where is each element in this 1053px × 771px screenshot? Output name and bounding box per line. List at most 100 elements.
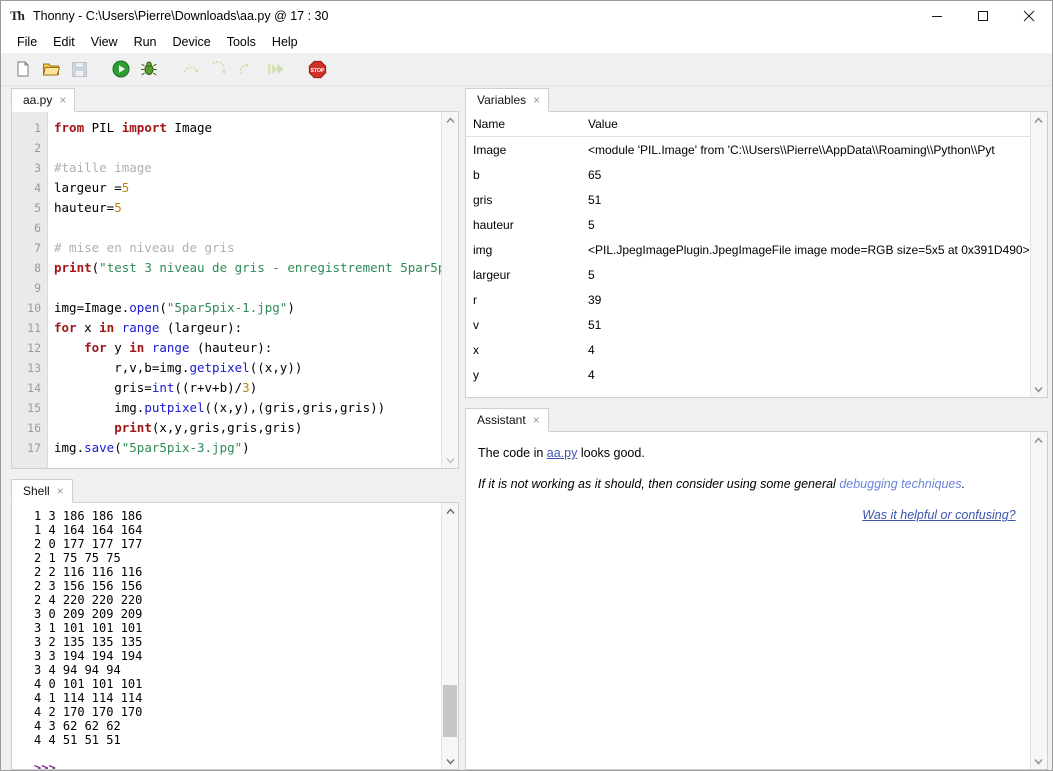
menu-edit[interactable]: Edit (45, 33, 83, 51)
editor-scrollbar[interactable] (441, 112, 458, 468)
close-icon[interactable]: × (57, 485, 64, 497)
variable-value: <PIL.JpegImagePlugin.JpegImageFile image… (588, 242, 1030, 257)
tab-assistant[interactable]: Assistant × (465, 408, 549, 432)
column-header-value[interactable]: Value (584, 117, 1030, 131)
window-title: Thonny - C:\Users\Pierre\Downloads\aa.py… (33, 9, 329, 23)
scroll-up-icon[interactable] (442, 112, 458, 128)
feedback-link[interactable]: Was it helpful or confusing? (862, 508, 1015, 522)
shell-scroll-track[interactable] (442, 519, 458, 753)
menu-help[interactable]: Help (264, 33, 306, 51)
variable-name: largeur (473, 267, 511, 282)
assistant-scroll-track[interactable] (1031, 448, 1047, 753)
debug-icon[interactable] (137, 57, 161, 81)
scroll-up-icon[interactable] (442, 503, 458, 519)
line-number: 7 (34, 241, 41, 255)
assistant-notebook: Assistant × The code in aa.py looks good… (465, 406, 1048, 770)
scroll-down-icon[interactable] (1031, 381, 1047, 397)
shell-tabstrip: Shell × (11, 477, 459, 503)
shell-output-text[interactable]: 1 3 186 186 186 1 4 164 164 164 2 0 177 17… (12, 503, 441, 769)
scroll-down-icon[interactable] (442, 452, 458, 468)
step-over-icon (179, 57, 203, 81)
variable-value: 4 (588, 367, 595, 382)
stop-icon[interactable]: STOP (305, 57, 329, 81)
close-icon[interactable]: × (533, 414, 540, 426)
close-button[interactable] (1006, 1, 1052, 31)
variable-name: img (473, 242, 493, 257)
variable-value: <module 'PIL.Image' from 'C:\\Users\\Pie… (588, 142, 995, 157)
assistant-scrollbar[interactable] (1029, 432, 1047, 769)
editor-tabstrip: aa.py × (11, 86, 459, 112)
assistant-message-secondary: If it is not working as it should, then … (478, 475, 1016, 493)
tab-aa-py[interactable]: aa.py × (11, 88, 76, 112)
variable-value: 65 (588, 167, 602, 182)
debugging-techniques-link[interactable]: debugging techniques (839, 477, 961, 491)
scroll-up-icon[interactable] (1031, 112, 1047, 128)
toolbar: STOP (1, 53, 1052, 86)
variables-row[interactable]: largeur 5 (466, 262, 1030, 287)
main-area: aa.py × 1 2 3 4 5 6 7 8 9 10 11 12 13 14… (1, 86, 1052, 770)
line-number: 17 (27, 441, 41, 455)
code-editor-text[interactable]: from PIL import Image #taille image large… (48, 112, 441, 468)
variable-value: 39 (588, 292, 602, 307)
variable-name: b (473, 167, 480, 182)
scroll-down-icon[interactable] (1031, 753, 1047, 769)
tab-shell[interactable]: Shell × (11, 479, 73, 503)
variable-name: x (473, 342, 479, 357)
variables-row[interactable]: r 39 (466, 287, 1030, 312)
run-icon[interactable] (109, 57, 133, 81)
variables-tabstrip: Variables × (465, 86, 1048, 112)
editor-tab-label: aa.py (23, 93, 53, 107)
editor-scroll-track[interactable] (442, 128, 458, 452)
line-number: 2 (34, 141, 41, 155)
assistant-file-link[interactable]: aa.py (547, 446, 578, 460)
resume-icon (263, 57, 287, 81)
menu-file[interactable]: File (9, 33, 45, 51)
variables-table-header: Name Value (466, 112, 1030, 137)
line-number-gutter: 1 2 3 4 5 6 7 8 9 10 11 12 13 14 15 16 1… (12, 112, 48, 468)
shell-scrollbar[interactable] (441, 503, 458, 769)
variables-row[interactable]: v 51 (466, 312, 1030, 337)
scroll-up-icon[interactable] (1031, 432, 1047, 448)
variable-value: 5 (588, 217, 595, 232)
column-header-name[interactable]: Name (466, 117, 584, 131)
scroll-down-icon[interactable] (442, 753, 458, 769)
menu-view[interactable]: View (83, 33, 126, 51)
menu-run[interactable]: Run (126, 33, 165, 51)
variables-row[interactable]: gris 51 (466, 187, 1030, 212)
menu-tools[interactable]: Tools (219, 33, 264, 51)
close-icon[interactable]: × (533, 94, 540, 106)
minimize-button[interactable] (914, 1, 960, 31)
svg-text:STOP: STOP (310, 68, 325, 74)
variables-row[interactable]: x4 (466, 337, 1030, 362)
variables-row[interactable]: hauteur 5 (466, 212, 1030, 237)
assistant-text-pre: The code in (478, 446, 547, 460)
variables-row[interactable]: Image <module 'PIL.Image' from 'C:\\Users… (466, 137, 1030, 162)
assistant-tab-label: Assistant (477, 413, 526, 427)
variables-scroll-track[interactable] (1031, 128, 1047, 381)
line-number: 14 (27, 381, 41, 395)
line-number: 16 (27, 421, 41, 435)
close-icon[interactable]: × (59, 94, 66, 106)
variable-value: 51 (588, 317, 602, 332)
variables-scrollbar[interactable] (1029, 112, 1047, 397)
maximize-button[interactable] (960, 1, 1006, 31)
open-file-icon[interactable] (39, 57, 63, 81)
line-number: 1 (34, 121, 41, 135)
line-number: 3 (34, 161, 41, 175)
new-file-icon[interactable] (11, 57, 35, 81)
variable-value: 51 (588, 192, 602, 207)
variables-row[interactable]: y4 (466, 362, 1030, 387)
line-number: 13 (27, 361, 41, 375)
variables-tab-label: Variables (477, 93, 527, 107)
editor-pane: 1 2 3 4 5 6 7 8 9 10 11 12 13 14 15 16 1… (11, 112, 459, 469)
shell-pane: 1 3 186 186 186 1 4 164 164 164 2 0 177 17… (11, 503, 459, 770)
menu-device[interactable]: Device (165, 33, 219, 51)
step-out-icon (235, 57, 259, 81)
variable-name: v (473, 317, 479, 332)
variables-row[interactable]: img <PIL.JpegImagePlugin.JpegImageFile im… (466, 237, 1030, 262)
shell-scroll-thumb[interactable] (443, 685, 457, 737)
tab-variables[interactable]: Variables × (465, 88, 550, 112)
line-number: 9 (34, 281, 41, 295)
variables-row[interactable]: b 65 (466, 162, 1030, 187)
line-number: 5 (34, 201, 41, 215)
